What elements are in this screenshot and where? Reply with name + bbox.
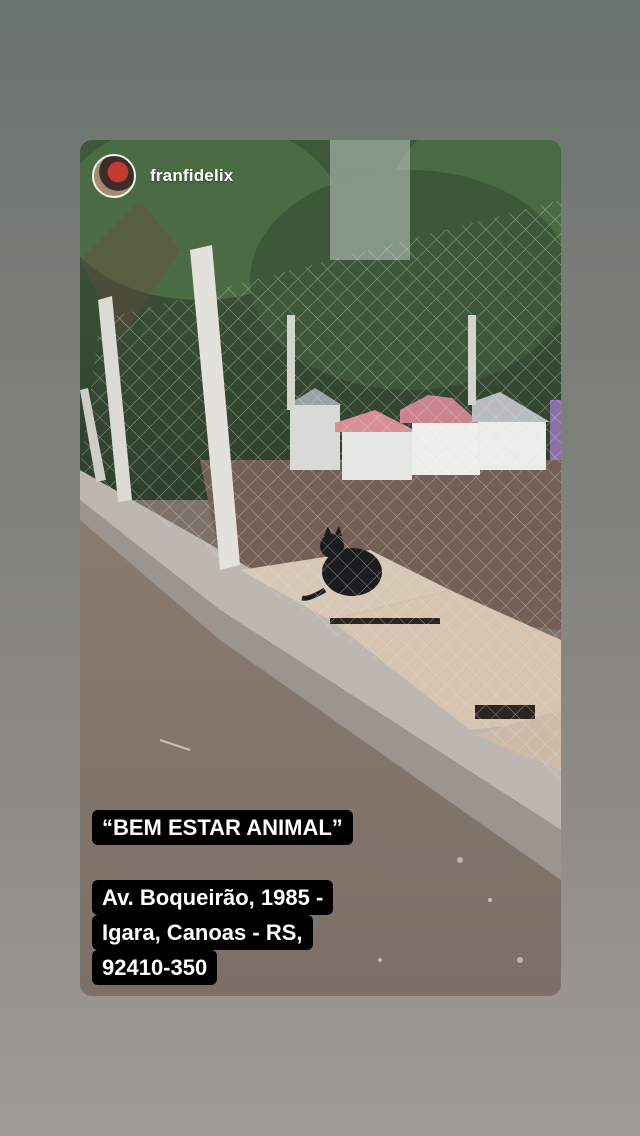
story-screen: franfidelix “BEM ESTAR ANIMAL” Av. Boque… — [0, 0, 640, 1136]
caption-address: Av. Boqueirão, 1985 - Igara, Canoas - RS… — [92, 880, 334, 985]
address-line-3: 92410-350 — [92, 950, 218, 985]
caption-title: “BEM ESTAR ANIMAL” — [92, 810, 353, 845]
story-header[interactable]: franfidelix — [92, 154, 233, 198]
profile-avatar[interactable] — [92, 154, 136, 198]
username[interactable]: franfidelix — [150, 166, 233, 186]
story-card[interactable]: franfidelix “BEM ESTAR ANIMAL” Av. Boque… — [80, 140, 561, 996]
address-line-2: Igara, Canoas - RS, — [92, 915, 313, 950]
caption-title-text: “BEM ESTAR ANIMAL” — [92, 810, 353, 845]
story-photo — [80, 140, 561, 996]
address-line-1: Av. Boqueirão, 1985 - — [92, 880, 334, 915]
